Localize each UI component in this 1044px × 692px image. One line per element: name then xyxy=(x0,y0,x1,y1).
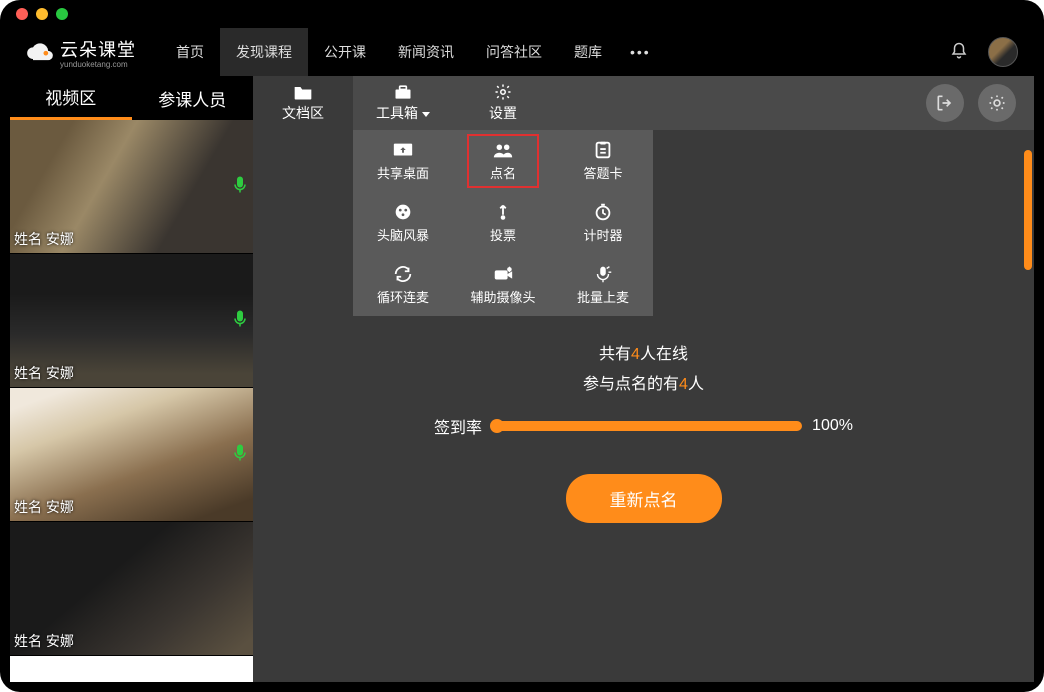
online-count: 4 xyxy=(631,346,640,363)
roll-call-icon xyxy=(492,140,514,160)
timer-icon xyxy=(592,202,614,222)
signin-progress-bar xyxy=(492,421,802,431)
online-count-line: 共有4人在线 xyxy=(599,340,688,364)
header: 云朵课堂 yunduoketang.com 首页 发现课程 公开课 新闻资讯 问… xyxy=(10,28,1034,76)
participant-name: 姓名 安娜 xyxy=(14,229,74,249)
tool-label: 批量上麦 xyxy=(577,287,629,306)
doc-area-label: 文档区 xyxy=(282,103,324,123)
signin-rate-label: 签到率 xyxy=(434,414,482,438)
video-tile[interactable]: 姓名 安娜 xyxy=(10,254,253,388)
signin-rate-row: 签到率 100% xyxy=(434,414,853,438)
attend-count: 4 xyxy=(679,376,688,393)
mic-icon[interactable] xyxy=(233,175,247,198)
tool-label: 头脑风暴 xyxy=(377,225,429,244)
aux-camera-icon xyxy=(492,264,514,284)
exit-icon xyxy=(935,93,955,113)
gear-icon xyxy=(987,93,1007,113)
header-right xyxy=(950,37,1018,67)
window-minimize-dot[interactable] xyxy=(36,8,48,20)
toolbox-tab[interactable]: 工具箱 xyxy=(353,76,453,130)
tool-label: 投票 xyxy=(490,225,516,244)
exit-button[interactable] xyxy=(926,84,964,122)
gear-icon xyxy=(493,83,513,101)
settings-tab[interactable]: 设置 xyxy=(453,76,553,130)
nav-qa[interactable]: 问答社区 xyxy=(470,28,558,76)
tab-participants[interactable]: 参课人员 xyxy=(132,76,254,120)
tool-share-desktop[interactable]: 共享桌面 xyxy=(353,130,453,192)
app-window: 云朵课堂 yunduoketang.com 首页 发现课程 公开课 新闻资讯 问… xyxy=(0,0,1044,692)
window-close-dot[interactable] xyxy=(16,8,28,20)
tool-label: 答题卡 xyxy=(583,163,622,182)
answer-card-icon xyxy=(592,140,614,160)
tool-batch-mic[interactable]: 批量上麦 xyxy=(553,254,653,316)
batch-mic-icon xyxy=(592,264,614,284)
sidebar-tabs: 视频区 参课人员 xyxy=(10,76,253,120)
top-toolbar: 文档区 工具箱 设置 xyxy=(253,76,1034,130)
top-nav: 首页 发现课程 公开课 新闻资讯 问答社区 题库 ••• xyxy=(160,28,663,76)
nav-news[interactable]: 新闻资讯 xyxy=(382,28,470,76)
tool-timer[interactable]: 计时器 xyxy=(553,192,653,254)
video-tile[interactable]: 姓名 安娜 xyxy=(10,120,253,254)
cloud-logo-icon xyxy=(26,38,54,66)
mic-icon[interactable] xyxy=(233,443,247,466)
toolbox-dropdown: 共享桌面 点名 答题卡 头脑风暴 xyxy=(353,130,653,316)
scrollbar-thumb[interactable] xyxy=(1024,150,1032,270)
tool-roll-call[interactable]: 点名 xyxy=(453,130,553,192)
doc-area-tab[interactable]: 文档区 xyxy=(253,76,353,130)
settings-label: 设置 xyxy=(489,103,517,123)
logo-text: 云朵课堂 xyxy=(60,36,136,62)
folder-icon xyxy=(293,83,313,101)
settings-button[interactable] xyxy=(978,84,1016,122)
toolbar-right xyxy=(926,76,1034,130)
cycle-mic-icon xyxy=(392,264,414,284)
window-maximize-dot[interactable] xyxy=(56,8,68,20)
sidebar: 视频区 参课人员 姓名 安娜 姓名 安娜 姓名 安娜 xyxy=(10,76,253,682)
body: 视频区 参课人员 姓名 安娜 姓名 安娜 姓名 安娜 xyxy=(10,76,1034,682)
reroll-button[interactable]: 重新点名 xyxy=(566,474,722,523)
video-list: 姓名 安娜 姓名 安娜 姓名 安娜 姓名 安娜 xyxy=(10,120,253,682)
tool-label: 辅助摄像头 xyxy=(470,287,535,306)
participant-name: 姓名 安娜 xyxy=(14,631,74,651)
share-desktop-icon xyxy=(392,140,414,160)
video-tile[interactable] xyxy=(10,656,253,682)
mic-icon[interactable] xyxy=(233,309,247,332)
main-area: 文档区 工具箱 设置 xyxy=(253,76,1034,682)
tool-label: 点名 xyxy=(490,163,516,182)
scrollbar[interactable] xyxy=(1024,130,1032,682)
app-frame: 云朵课堂 yunduoketang.com 首页 发现课程 公开课 新闻资讯 问… xyxy=(10,28,1034,682)
logo-subtext: yunduoketang.com xyxy=(60,60,136,69)
tool-cycle-mic[interactable]: 循环连麦 xyxy=(353,254,453,316)
user-avatar[interactable] xyxy=(988,37,1018,67)
participant-name: 姓名 安娜 xyxy=(14,363,74,383)
participant-name: 姓名 安娜 xyxy=(14,497,74,517)
tool-label: 共享桌面 xyxy=(377,163,429,182)
nav-question-bank[interactable]: 题库 xyxy=(558,28,618,76)
tool-vote[interactable]: 投票 xyxy=(453,192,553,254)
logo[interactable]: 云朵课堂 yunduoketang.com xyxy=(26,36,136,69)
tab-video-area[interactable]: 视频区 xyxy=(10,76,132,120)
notification-bell-icon[interactable] xyxy=(950,42,968,63)
toolbox-icon xyxy=(393,83,413,101)
titlebar xyxy=(0,0,1044,28)
attend-count-line: 参与点名的有4人 xyxy=(583,370,704,394)
signin-rate-percent: 100% xyxy=(812,417,853,435)
nav-home[interactable]: 首页 xyxy=(160,28,220,76)
nav-more[interactable]: ••• xyxy=(618,28,663,76)
toolbox-label: 工具箱 xyxy=(376,105,418,121)
tool-aux-camera[interactable]: 辅助摄像头 xyxy=(453,254,553,316)
video-tile[interactable]: 姓名 安娜 xyxy=(10,388,253,522)
chevron-down-icon xyxy=(422,112,430,117)
nav-discover[interactable]: 发现课程 xyxy=(220,28,308,76)
tool-brainstorm[interactable]: 头脑风暴 xyxy=(353,192,453,254)
brainstorm-icon xyxy=(392,202,414,222)
vote-icon xyxy=(492,202,514,222)
video-tile[interactable]: 姓名 安娜 xyxy=(10,522,253,656)
tool-label: 循环连麦 xyxy=(377,287,429,306)
tool-answer-card[interactable]: 答题卡 xyxy=(553,130,653,192)
tool-label: 计时器 xyxy=(583,225,622,244)
nav-open-class[interactable]: 公开课 xyxy=(308,28,382,76)
